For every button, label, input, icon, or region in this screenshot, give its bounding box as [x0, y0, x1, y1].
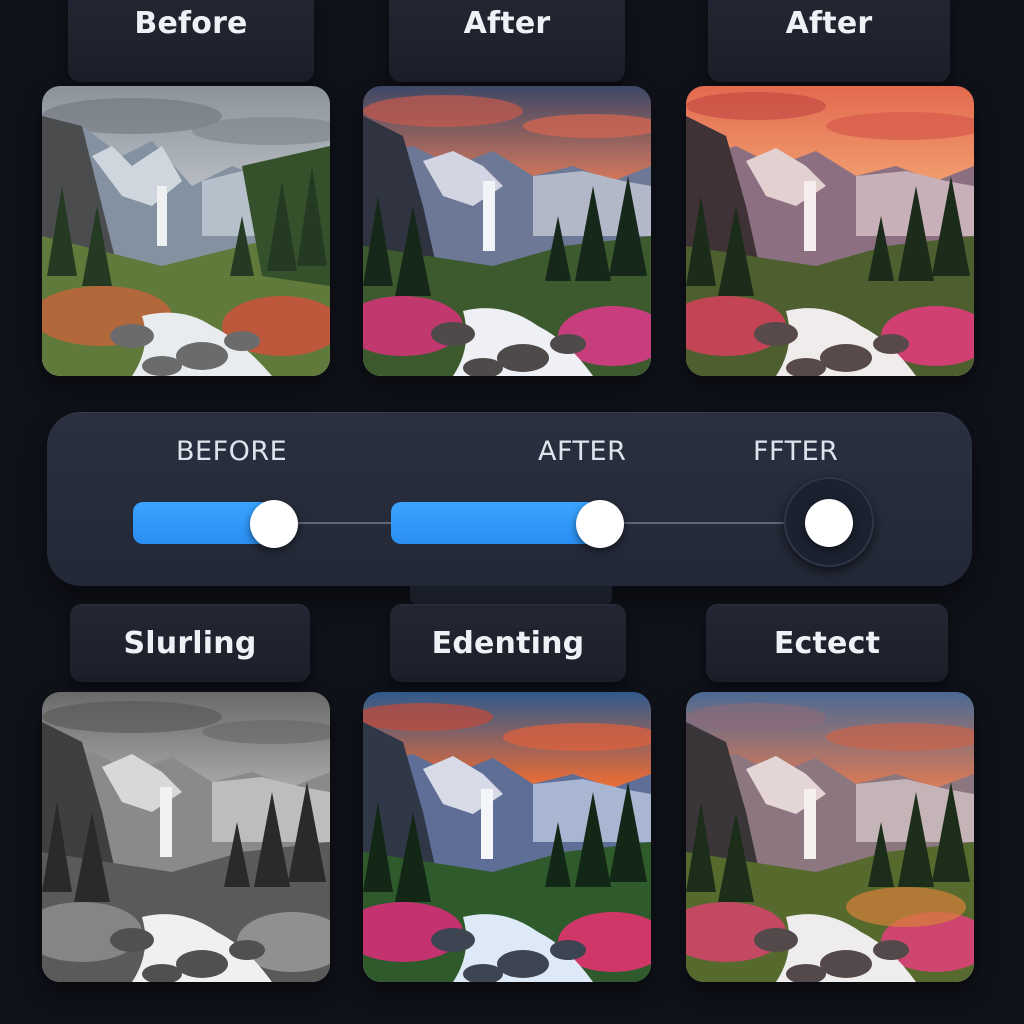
- label-after-1-text: After: [463, 6, 551, 41]
- slider-knob-after[interactable]: [576, 500, 624, 548]
- label-slurling-text: Slurling: [123, 625, 257, 661]
- panel-notch: [410, 586, 612, 604]
- slider-knob-ffter[interactable]: [805, 499, 853, 547]
- landscape-image-ectect: [686, 692, 974, 982]
- label-edenting-text: Edenting: [431, 625, 585, 661]
- landscape-image-before: [42, 86, 330, 376]
- landscape-image-after-2: [686, 86, 974, 376]
- landscape-image-slurling: [42, 692, 330, 982]
- slider-track-2[interactable]: [624, 522, 784, 524]
- landscape-image-after-1: [363, 86, 651, 376]
- photo-after-2[interactable]: [686, 86, 974, 376]
- slider-knob-before[interactable]: [250, 500, 298, 548]
- slider-caption-after: AFTER: [538, 436, 627, 467]
- photo-slurling[interactable]: [42, 692, 330, 982]
- photo-before[interactable]: [42, 86, 330, 376]
- slider-track-1[interactable]: [298, 522, 393, 524]
- label-before-text: Before: [134, 6, 248, 41]
- label-before[interactable]: Before: [68, 0, 314, 82]
- slider-fill-after[interactable]: [391, 502, 601, 544]
- label-ectect[interactable]: Ectect: [706, 604, 948, 682]
- label-after-1[interactable]: After: [389, 0, 625, 82]
- photo-ectect[interactable]: [686, 692, 974, 982]
- landscape-image-edenting: [363, 692, 651, 982]
- slider-caption-before: BEFORE: [176, 436, 288, 467]
- label-ectect-text: Ectect: [773, 625, 881, 661]
- slider-caption-ffter: FFTER: [753, 436, 839, 467]
- label-after-2-text: After: [785, 6, 873, 41]
- label-after-2[interactable]: After: [708, 0, 950, 82]
- label-edenting[interactable]: Edenting: [390, 604, 626, 682]
- label-slurling[interactable]: Slurling: [70, 604, 310, 682]
- photo-edenting[interactable]: [363, 692, 651, 982]
- photo-after-1[interactable]: [363, 86, 651, 376]
